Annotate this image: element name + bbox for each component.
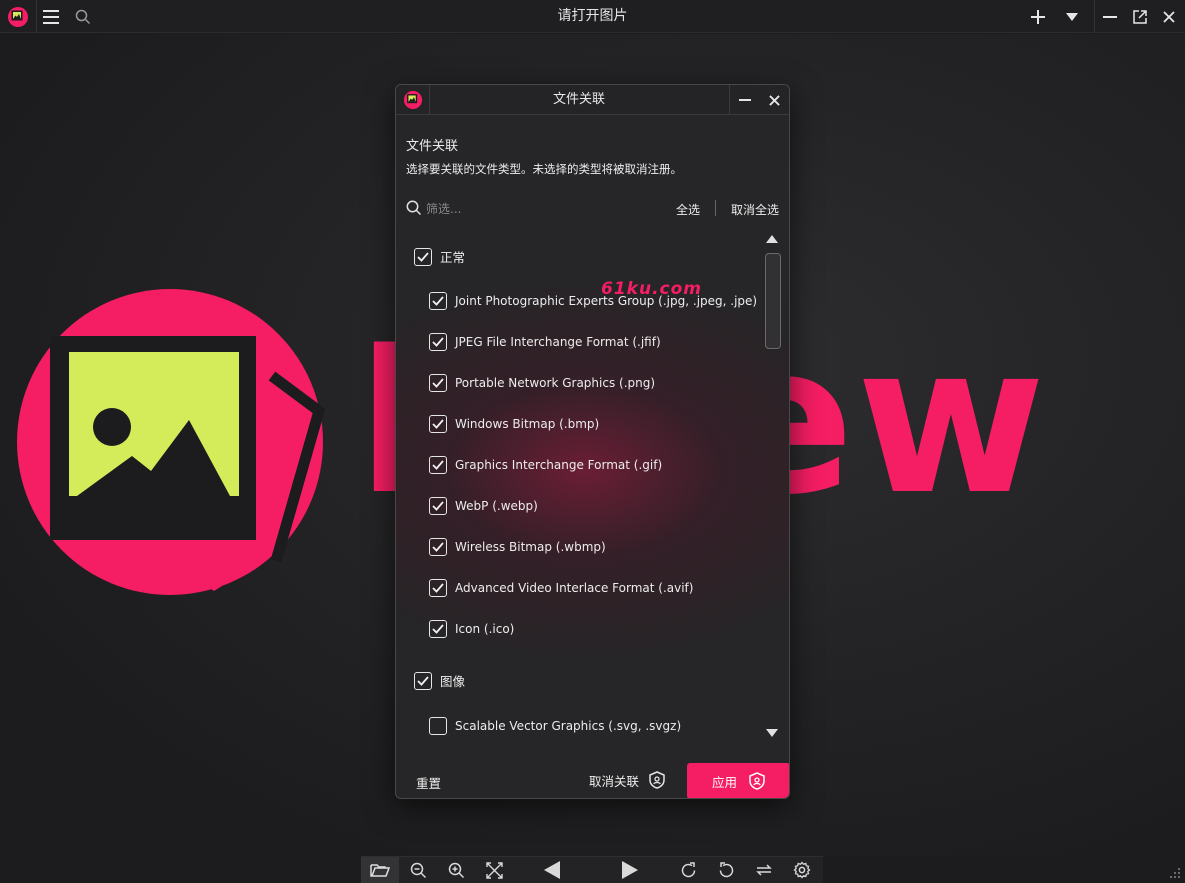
open-folder-icon[interactable] xyxy=(361,857,399,883)
pview-logo-icon xyxy=(17,289,326,595)
next-icon[interactable] xyxy=(591,857,669,883)
checkbox-checked-icon xyxy=(414,247,432,266)
bottom-toolbar xyxy=(0,856,1185,883)
group-label: 正常 xyxy=(440,250,466,265)
viewer-controls xyxy=(361,856,823,883)
checkbox-unchecked-icon xyxy=(429,717,447,735)
unassociate-button[interactable]: 取消关联 xyxy=(589,765,665,795)
list-item-label: WebP (.webp) xyxy=(455,499,538,513)
checkbox-checked-icon xyxy=(429,620,447,638)
fit-window-icon[interactable] xyxy=(475,857,513,883)
select-divider xyxy=(715,200,716,216)
checkbox-checked-icon xyxy=(429,374,447,392)
zoom-out-icon[interactable] xyxy=(399,857,437,883)
dialog-titlebar: 文件关联 xyxy=(396,85,789,115)
titlebar-divider xyxy=(1094,0,1095,33)
zoom-in-icon[interactable] xyxy=(437,857,475,883)
flip-icon[interactable] xyxy=(745,857,783,883)
list-item[interactable]: Scalable Vector Graphics (.svg, .svgz) xyxy=(429,717,681,735)
list-item-label: Scalable Vector Graphics (.svg, .svgz) xyxy=(455,719,682,733)
plus-icon[interactable] xyxy=(1024,0,1052,33)
dialog-footer: 重置 取消关联 应用 xyxy=(396,761,789,798)
checkbox-checked-icon xyxy=(429,415,447,433)
resize-grip-icon[interactable] xyxy=(1169,867,1181,879)
checkbox-checked-icon xyxy=(429,456,447,474)
group-label: 图像 xyxy=(440,674,466,689)
close-icon[interactable] xyxy=(1156,0,1182,33)
app-logo-icon[interactable] xyxy=(0,0,36,33)
deselect-all-button[interactable]: 取消全选 xyxy=(731,201,779,218)
scroll-down-icon[interactable] xyxy=(766,729,778,737)
list-item-label: Portable Network Graphics (.png) xyxy=(455,376,656,390)
checkbox-checked-icon xyxy=(429,497,447,515)
dropdown-icon[interactable] xyxy=(1058,0,1086,33)
dialog-title: 文件关联 xyxy=(552,92,605,107)
site-watermark: 61ku.com xyxy=(601,279,702,299)
checkbox-checked-icon xyxy=(429,333,447,351)
reset-button[interactable]: 重置 xyxy=(416,773,441,792)
dialog-close-icon[interactable] xyxy=(759,85,789,115)
window-titlebar: 请打开图片 xyxy=(0,0,1185,33)
group-checkbox-image[interactable]: 图像 xyxy=(414,671,465,690)
list-item[interactable]: Portable Network Graphics (.png) xyxy=(429,374,655,392)
dialog-logo-icon xyxy=(403,90,423,114)
scroll-up-icon[interactable] xyxy=(766,235,778,243)
list-item[interactable]: Graphics Interchange Format (.gif) xyxy=(429,456,662,474)
list-item-label: Wireless Bitmap (.wbmp) xyxy=(455,540,606,554)
checkbox-checked-icon xyxy=(429,292,447,310)
filter-search-icon xyxy=(406,200,422,216)
select-all-button[interactable]: 全选 xyxy=(676,201,700,218)
rotate-clockwise-icon[interactable] xyxy=(669,857,707,883)
checkbox-checked-icon xyxy=(429,538,447,556)
list-item-label: Graphics Interchange Format (.gif) xyxy=(455,458,663,472)
group-checkbox-normal[interactable]: 正常 xyxy=(414,247,465,266)
list-item[interactable]: Windows Bitmap (.bmp) xyxy=(429,415,599,433)
dialog-minimize-icon[interactable] xyxy=(730,85,760,115)
shield-icon xyxy=(649,771,665,789)
menu-icon[interactable] xyxy=(37,0,65,33)
list-item[interactable]: Advanced Video Interlace Format (.avif) xyxy=(429,579,693,597)
shield-icon xyxy=(749,772,765,790)
scrollbar-thumb[interactable] xyxy=(765,253,781,349)
settings-icon[interactable] xyxy=(783,857,821,883)
list-item-label: JPEG File Interchange Format (.jfif) xyxy=(455,335,661,349)
apply-label: 应用 xyxy=(711,774,737,790)
list-item-label: Advanced Video Interlace Format (.avif) xyxy=(455,581,694,595)
checkbox-checked-icon xyxy=(414,671,432,690)
list-item[interactable]: JPEG File Interchange Format (.jfif) xyxy=(429,333,661,351)
window-title: 请打开图片 xyxy=(557,8,628,24)
section-description: 选择要关联的文件类型。未选择的类型将被取消注册。 xyxy=(406,162,682,176)
minimize-icon[interactable] xyxy=(1096,0,1124,33)
section-heading: 文件关联 xyxy=(406,139,459,154)
list-item-label: Windows Bitmap (.bmp) xyxy=(455,417,600,431)
list-item[interactable]: Joint Photographic Experts Group (.jpg, … xyxy=(429,292,757,310)
list-item[interactable]: Icon (.ico) xyxy=(429,620,514,638)
restore-icon[interactable] xyxy=(1126,0,1154,33)
checkbox-checked-icon xyxy=(429,579,447,597)
list-item[interactable]: WebP (.webp) xyxy=(429,497,538,515)
search-icon[interactable] xyxy=(70,0,96,33)
apply-button[interactable]: 应用 xyxy=(687,763,789,798)
previous-icon[interactable] xyxy=(513,857,591,883)
file-association-dialog: 文件关联 文件关联 选择要关联的文件类型。未选择的类型将被取消注册。 全选 取消… xyxy=(395,84,790,799)
unassociate-label: 取消关联 xyxy=(589,773,640,789)
rotate-counterclockwise-icon[interactable] xyxy=(707,857,745,883)
list-item[interactable]: Wireless Bitmap (.wbmp) xyxy=(429,538,606,556)
list-item-label: Icon (.ico) xyxy=(455,622,515,636)
filter-input[interactable] xyxy=(426,198,626,220)
file-type-list[interactable]: 正常 Joint Photographic Experts Group (.jp… xyxy=(396,233,789,748)
